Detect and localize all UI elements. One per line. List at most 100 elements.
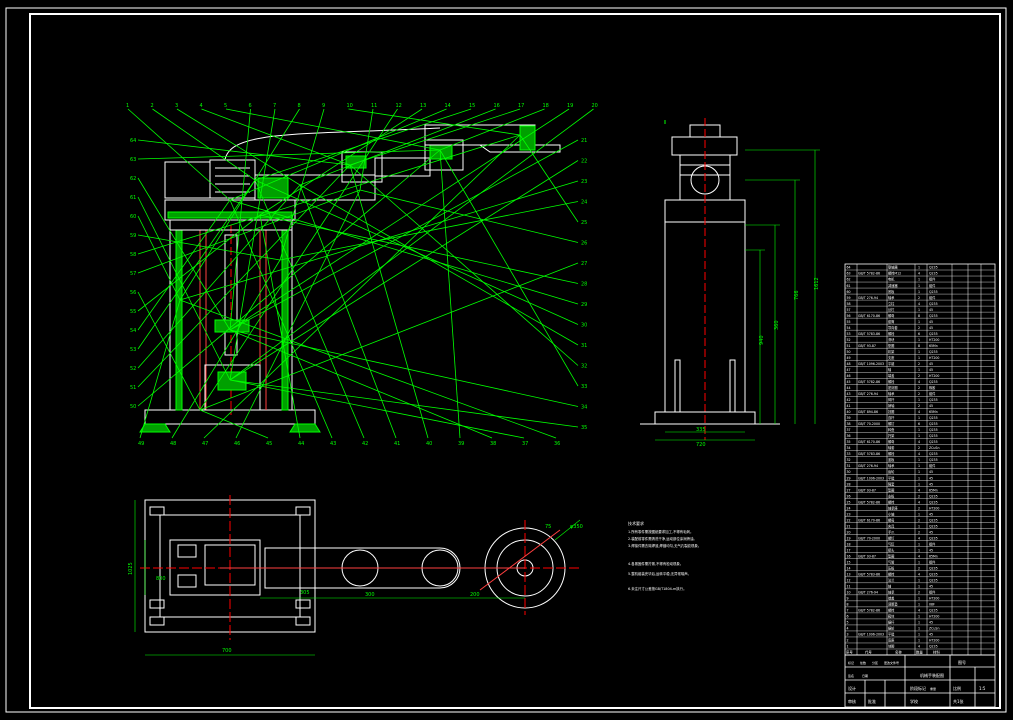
balloon-58: 58	[130, 252, 136, 258]
school-label: 学校	[910, 698, 918, 704]
row-qty: 1	[918, 482, 920, 486]
row-name: 端盖	[888, 596, 895, 601]
row-material: 橡胶	[929, 385, 936, 390]
balloon-12: 12	[396, 103, 402, 109]
balloon-41: 41	[394, 441, 400, 447]
row-qty: 6	[918, 422, 920, 426]
balloon-45: 45	[266, 441, 272, 447]
row-material: Q235	[929, 332, 938, 336]
row-material: 45	[929, 326, 933, 330]
checker-label: 审核	[848, 698, 856, 704]
row-qty: 6	[918, 332, 920, 336]
notes-line-2: 2.装配前零件需清洗干净,运动部位涂润滑油。	[628, 536, 697, 541]
row-material: 45	[929, 482, 933, 486]
row-name: 螺栓	[888, 572, 895, 577]
balloon-17: 17	[518, 103, 524, 109]
row-name: 滑块	[888, 337, 895, 342]
row-name: 联轴器	[888, 265, 898, 270]
foot-right	[289, 423, 321, 433]
row-qty: 4	[918, 573, 920, 577]
row-qty: 2	[918, 446, 920, 450]
dim-width-2: 720	[696, 442, 706, 448]
row-std: GB/T 5782-86	[858, 609, 880, 613]
balloon-5: 5	[224, 103, 227, 109]
cad-drawing-sheet: 1 2 3 4 5 6 7 8 9 10 11 12 13 14 15 16 17 18 19 20646362616…	[0, 0, 1013, 720]
row-qty: 4	[918, 452, 920, 456]
revision-label-6: 日期	[862, 673, 868, 678]
row-name: 接头	[888, 547, 895, 552]
row-material: 45	[929, 308, 933, 312]
row-name: 调整垫	[888, 602, 898, 607]
row-name: 垫圈	[888, 487, 894, 492]
row-name: 轴套	[888, 445, 895, 450]
row-no: 10	[847, 591, 851, 595]
row-material: Q235	[929, 566, 938, 570]
row-name: 转盘	[888, 427, 895, 432]
row-material: 45	[929, 621, 933, 625]
row-no: 58	[847, 302, 851, 306]
notes-title: 技术要求	[628, 520, 644, 526]
dim-plan-left-2: 800	[156, 576, 166, 582]
row-std: GB/T 276-94	[858, 464, 878, 468]
row-material: 组件	[929, 283, 936, 288]
balloon-11: 11	[371, 103, 377, 109]
balloon-32: 32	[581, 364, 587, 370]
row-material: Q235	[929, 458, 938, 462]
balloon-23: 23	[581, 179, 587, 185]
row-material: 65Mn	[929, 344, 938, 348]
balloon-4: 4	[200, 103, 203, 109]
row-name: 底座	[888, 638, 895, 643]
balloon-18: 18	[543, 103, 549, 109]
row-material: ZCuSn	[929, 446, 939, 450]
balloon-10: 10	[347, 103, 353, 109]
row-no: 17	[847, 548, 851, 552]
revision-label-2: 处数	[860, 660, 866, 665]
row-std: GB/T 93-87	[858, 344, 876, 348]
row-material: Q235	[929, 314, 938, 318]
row-std: GB/T 5783-86	[858, 573, 880, 577]
row-material: Q235	[929, 434, 938, 438]
row-name: 螺栓	[888, 379, 895, 384]
header-cell-1: 代号	[865, 650, 872, 655]
balloon-63: 63	[130, 157, 136, 163]
row-no: 60	[847, 290, 851, 294]
row-no: 43	[847, 392, 851, 396]
row-no: 20	[847, 530, 851, 534]
dim-overall-height: 1612	[814, 277, 820, 290]
row-qty: 1	[918, 308, 920, 312]
lower-bearing	[217, 371, 247, 391]
balloon-30: 30	[581, 323, 587, 329]
dim-height-3: 360	[774, 320, 780, 330]
row-name: 轴	[888, 367, 891, 372]
balloon-13: 13	[420, 103, 426, 109]
row-material: 65Mn	[929, 410, 938, 414]
row-name: 立柱	[888, 301, 895, 306]
balloon-1: 1	[126, 103, 129, 109]
row-std: GB/T 5782-86	[858, 380, 880, 384]
row-no: 32	[847, 458, 851, 462]
row-no: 64	[847, 266, 851, 270]
row-no: 11	[847, 585, 851, 589]
row-qty: 1	[918, 284, 920, 288]
row-no: 38	[847, 422, 851, 426]
row-name: 螺栓M12	[888, 271, 901, 276]
row-qty: 1	[918, 398, 920, 402]
row-std: GB/T 894-86	[858, 410, 878, 414]
balloon-31: 31	[581, 343, 587, 349]
drawing-sheet: 共1张	[953, 698, 964, 704]
row-name: 轴承座	[888, 505, 898, 510]
row-std: GB/T 1096-2003	[858, 633, 884, 637]
row-name: 法兰	[888, 578, 894, 583]
revision-label-3: 分区	[872, 660, 878, 665]
row-no: 13	[847, 573, 851, 577]
row-no: 22	[847, 518, 851, 522]
row-no: 31	[847, 464, 851, 468]
row-qty: 1	[918, 368, 920, 372]
row-no: 48	[847, 362, 851, 366]
row-std: GB/T 1096-2003	[858, 362, 884, 366]
row-material: HT200	[929, 639, 939, 643]
row-material: Q235	[929, 518, 938, 522]
foot-left	[139, 423, 171, 433]
row-no: 59	[847, 296, 851, 300]
balloon-2: 2	[151, 103, 154, 109]
